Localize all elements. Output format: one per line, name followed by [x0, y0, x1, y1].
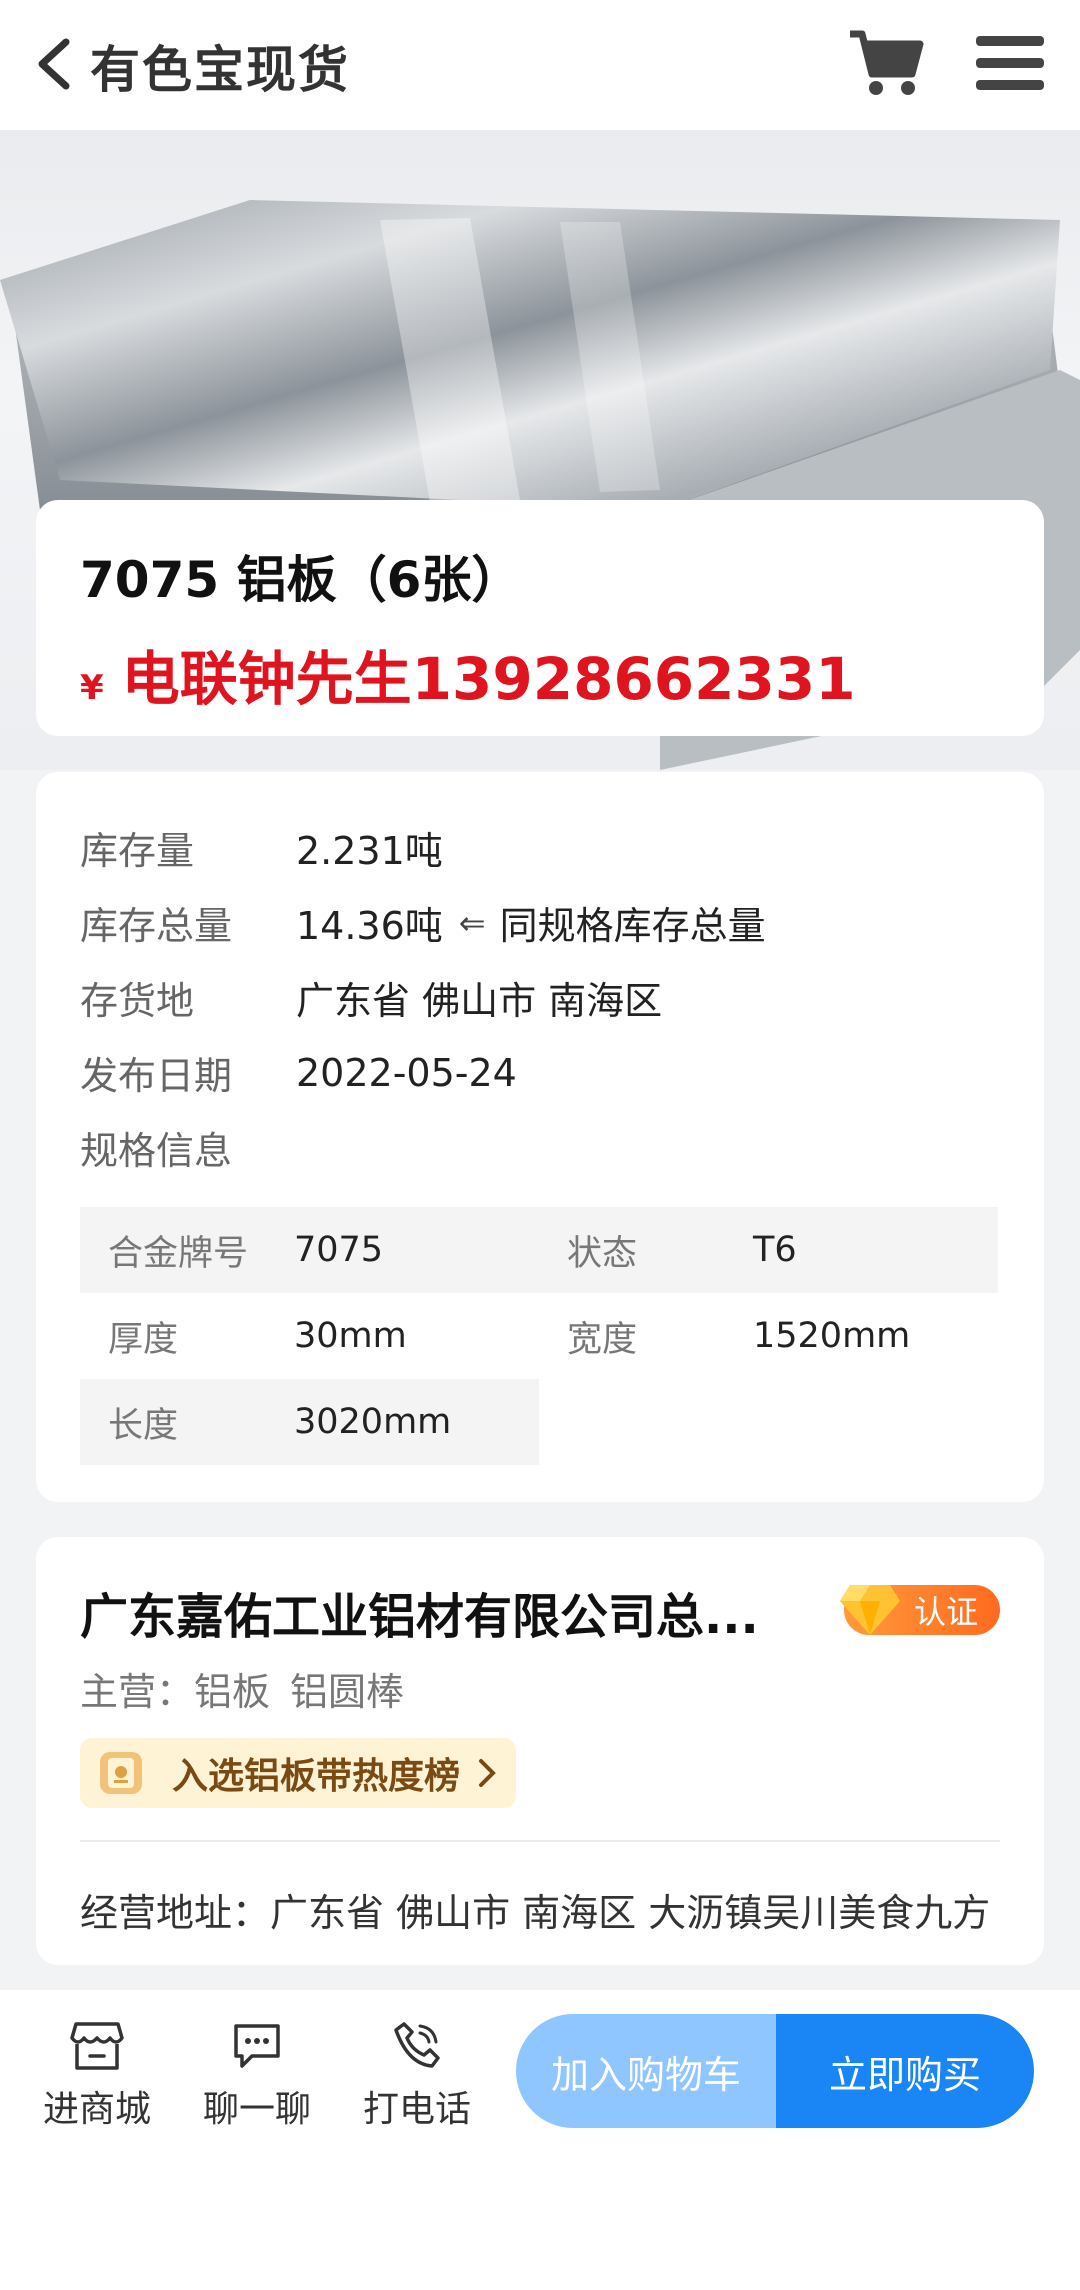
inventory-info-card: 库存量 2.231吨 库存总量 14.36吨 ⇐ 同规格库存总量 存货地 广东省… [36, 772, 1044, 1502]
info-label: 发布日期 [80, 1054, 233, 1098]
certified-badge: 认证 [839, 1585, 1000, 1635]
main-biz-item: 铝板 [194, 1670, 271, 1714]
purchase-buttons: 加入购物车 立即购买 [516, 2014, 1034, 2128]
buy-now-button[interactable]: 立即购买 [776, 2014, 1034, 2128]
info-label: 规格信息 [80, 1129, 233, 1173]
bottom-action-bar: 进商城 聊一聊 打电话 加入购物车 立即购买 [0, 1990, 1080, 2160]
top-nav-bar: 有色宝现货 [0, 0, 1080, 130]
add-to-cart-button[interactable]: 加入购物车 [516, 2014, 776, 2128]
spec-key: 厚度 [108, 1319, 179, 1360]
spec-row: 厚度 30mm 宽度 1520mm [80, 1293, 998, 1379]
left-arrow-icon: ⇐ [458, 903, 486, 942]
main-biz-label: 主营： [80, 1670, 195, 1714]
phone-icon [394, 2022, 440, 2068]
call-label: 打电话 [362, 2089, 471, 2130]
chat-label: 聊一聊 [202, 2089, 311, 2130]
spec-cell: 厚度 30mm [80, 1293, 539, 1379]
spec-cell: 合金牌号 7075 [80, 1207, 539, 1293]
spec-table: 合金牌号 7075 状态 T6 厚度 30mm 宽度 1520mm 长度 302… [80, 1207, 998, 1465]
store-label: 进商城 [42, 2089, 151, 2130]
spec-value: T6 [753, 1230, 797, 1270]
spec-key: 合金牌号 [108, 1233, 249, 1274]
seller-card[interactable]: 广东嘉佑工业铝材有限公司总... 认证 主营：铝板 铝圆棒 入选铝板带热度榜 经营… [36, 1537, 1044, 1965]
page-title: 有色宝现货 [90, 41, 350, 99]
spec-value: 3020mm [294, 1402, 452, 1442]
info-row-total-stock: 库存总量 14.36吨 ⇐ 同规格库存总量 [80, 885, 1000, 960]
spec-row: 长度 3020mm [80, 1379, 998, 1465]
main-business: 主营：铝板 铝圆棒 [80, 1661, 1000, 1716]
bottom-safe-area [0, 2160, 1080, 2290]
info-row-stock: 库存量 2.231吨 [80, 810, 1000, 885]
price-contact-text: 电联钟先生13928662331 [121, 645, 856, 713]
rank-text: 入选铝板带热度榜 [172, 1756, 461, 1797]
business-address: 经营地址：广东省 佛山市 南海区 大沥镇吴川美食九方 [80, 1891, 991, 1935]
product-title: 7075 铝板（6张） [80, 551, 522, 609]
shopping-cart-icon[interactable] [848, 28, 924, 98]
divider [80, 1840, 1000, 1842]
info-row-publish-date: 发布日期 2022-05-24 [80, 1035, 1000, 1110]
back-arrow-icon[interactable] [34, 36, 74, 92]
call-button[interactable]: 打电话 [352, 2018, 482, 2132]
company-name[interactable]: 广东嘉佑工业铝材有限公司总... [80, 1577, 800, 1647]
info-value: 14.36吨 [296, 904, 443, 948]
spec-cell: 宽度 1520mm [539, 1293, 998, 1379]
info-value: 2022-05-24 [296, 1050, 517, 1095]
rank-badge-icon [100, 1752, 142, 1794]
info-row-location: 存货地 广东省 佛山市 南海区 [80, 960, 1000, 1035]
main-biz-item: 铝圆棒 [290, 1670, 405, 1714]
chat-button[interactable]: 聊一聊 [192, 2018, 322, 2132]
spec-key: 状态 [567, 1233, 638, 1274]
product-title-card: 7075 铝板（6张） ¥ 电联钟先生13928662331 [36, 500, 1044, 736]
store-button[interactable]: 进商城 [32, 2018, 162, 2132]
info-label: 库存量 [80, 829, 195, 873]
spec-row: 合金牌号 7075 状态 T6 [80, 1207, 998, 1293]
info-row-spec-header: 规格信息 [80, 1110, 1000, 1185]
info-label: 库存总量 [80, 904, 233, 948]
spec-value: 7075 [294, 1230, 384, 1270]
store-icon [70, 2022, 124, 2070]
cert-label: 认证 [913, 1593, 978, 1631]
info-value: 2.231吨 [296, 829, 443, 873]
hot-rank-link[interactable]: 入选铝板带热度榜 [80, 1738, 517, 1808]
info-label: 存货地 [80, 979, 195, 1023]
chat-icon [234, 2024, 280, 2068]
spec-key: 宽度 [567, 1319, 638, 1360]
info-note: 同规格库存总量 [499, 904, 766, 948]
diamond-icon [839, 1585, 900, 1635]
spec-cell: 长度 3020mm [80, 1379, 539, 1465]
menu-icon[interactable] [976, 34, 1044, 92]
spec-key: 长度 [108, 1405, 179, 1446]
price-row: ¥ 电联钟先生13928662331 [80, 632, 1000, 716]
currency-symbol: ¥ [80, 668, 104, 708]
spec-cell: 状态 T6 [539, 1207, 998, 1293]
info-value: 广东省 佛山市 南海区 [296, 979, 663, 1023]
spec-value: 30mm [294, 1316, 407, 1356]
chevron-right-icon [479, 1759, 496, 1787]
spec-value: 1520mm [753, 1316, 911, 1356]
